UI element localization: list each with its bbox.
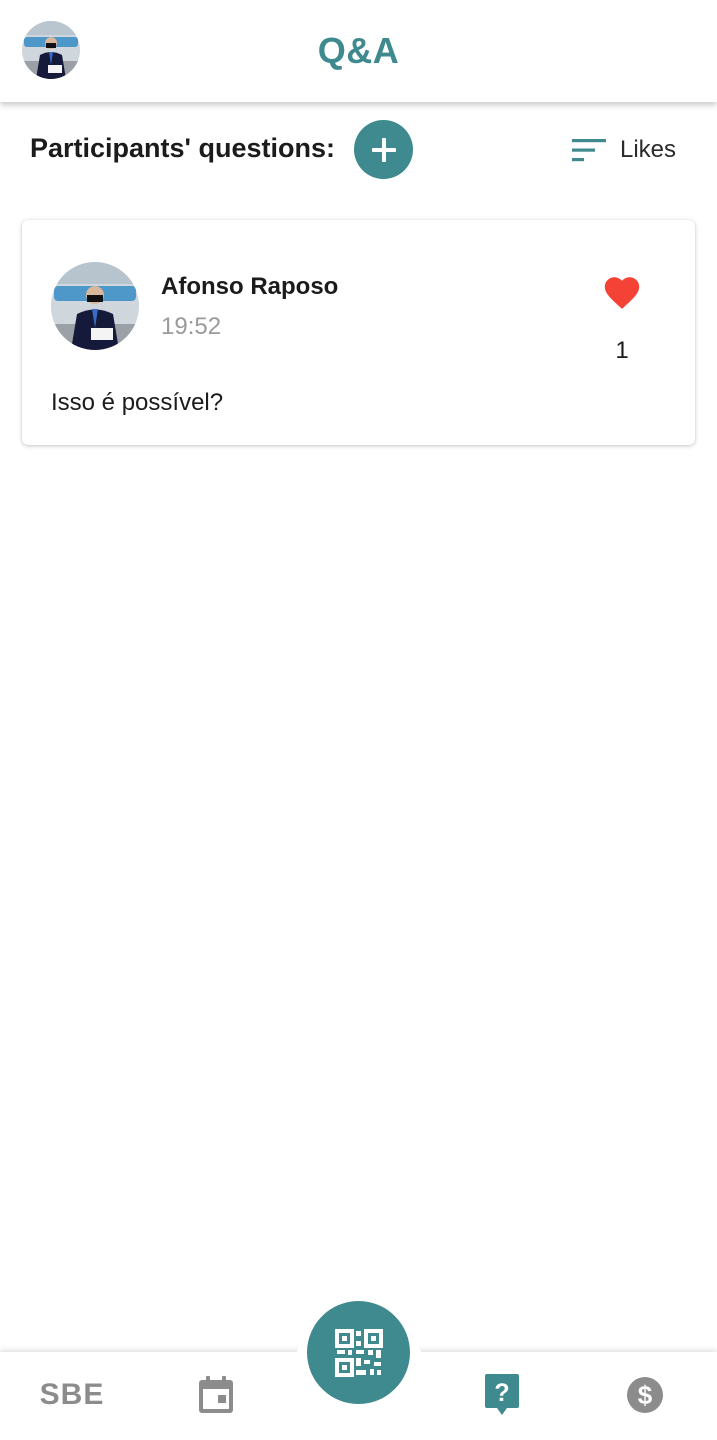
- question-time: 19:52: [161, 313, 222, 340]
- dollar-icon: $: [627, 1377, 663, 1413]
- add-question-button[interactable]: [354, 120, 413, 179]
- page-title: Q&A: [317, 30, 400, 71]
- avatar-image: [51, 262, 139, 350]
- heart-icon: [604, 277, 640, 309]
- questions-toolbar: Participants' questions: Likes: [0, 120, 717, 180]
- question-icon: ?: [485, 1374, 519, 1415]
- author-avatar: [51, 262, 139, 350]
- sort-lines-icon: [572, 139, 606, 162]
- nav-item-qa[interactable]: ?: [482, 1372, 522, 1418]
- like-count: 1: [615, 337, 629, 364]
- qr-code-icon: [334, 1328, 383, 1377]
- question-text: Isso é possível?: [51, 389, 224, 416]
- sort-label: Likes: [620, 136, 677, 163]
- section-title: Participants' questions:: [30, 133, 335, 163]
- nav-item-sbe[interactable]: SBE: [40, 1372, 104, 1418]
- like-button[interactable]: [602, 274, 642, 310]
- calendar-icon: [199, 1376, 233, 1413]
- app-bar: Q&A: [0, 0, 717, 102]
- question-author: Afonso Raposo: [161, 273, 339, 300]
- qr-scan-button[interactable]: [307, 1301, 410, 1404]
- nav-item-payments[interactable]: $: [624, 1372, 666, 1418]
- question-card: Afonso Raposo 19:52 1 Isso é possível?: [22, 220, 695, 445]
- svg-text:?: ?: [494, 1379, 509, 1407]
- sort-button[interactable]: Likes: [572, 134, 676, 166]
- svg-text:$: $: [638, 1380, 653, 1410]
- plus-icon: [371, 137, 396, 162]
- nav-item-calendar[interactable]: [196, 1372, 236, 1418]
